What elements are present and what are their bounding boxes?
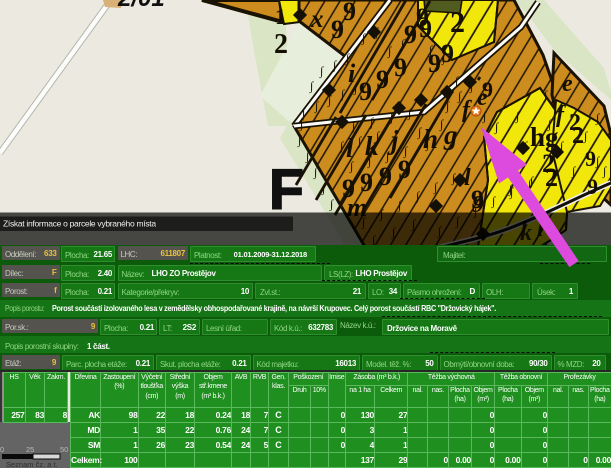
svg-text:Seznam čz. a t.: Seznam čz. a t. [6, 460, 58, 468]
svg-text:∫: ∫ [299, 117, 304, 131]
svg-text:∫: ∫ [309, 79, 314, 93]
svg-text:9: 9 [379, 162, 392, 191]
svg-text:25: 25 [26, 445, 34, 454]
svg-text:9: 9 [585, 146, 596, 171]
svg-text:∫: ∫ [523, 139, 528, 153]
svg-text:∫: ∫ [482, 109, 487, 123]
svg-text:9: 9 [398, 155, 411, 184]
svg-text:9: 9 [587, 174, 598, 199]
svg-text:∫: ∫ [375, 129, 380, 143]
svg-text:∫: ∫ [313, 165, 318, 179]
svg-text:∫: ∫ [425, 137, 430, 151]
svg-text:∫: ∫ [509, 185, 514, 199]
svg-text:∫: ∫ [527, 177, 532, 191]
svg-text:∫: ∫ [327, 93, 332, 107]
svg-text:∫: ∫ [454, 74, 459, 88]
svg-text:∫: ∫ [400, 37, 405, 51]
svg-text:∫: ∫ [583, 129, 588, 143]
svg-text:∫: ∫ [491, 194, 496, 208]
svg-text:2/01: 2/01 [117, 0, 165, 12]
svg-text:e: e [562, 71, 573, 97]
svg-text:∫: ∫ [385, 149, 390, 163]
svg-text:∫: ∫ [441, 51, 446, 65]
svg-text:∫: ∫ [319, 64, 324, 78]
svg-text:∫: ∫ [457, 89, 462, 103]
svg-text:∫: ∫ [445, 99, 450, 113]
svg-text:x: x [310, 6, 324, 33]
svg-text:50: 50 [60, 445, 68, 454]
svg-text:∫: ∫ [374, 25, 379, 39]
svg-text:∫: ∫ [389, 110, 394, 124]
svg-text:2: 2 [572, 123, 584, 149]
svg-text:∫: ∫ [595, 154, 600, 168]
svg-text:∫: ∫ [321, 181, 326, 195]
svg-text:∫: ∫ [314, 99, 319, 113]
svg-text:∫: ∫ [547, 117, 552, 131]
svg-text:1: 1 [275, 4, 286, 29]
svg-text:∫: ∫ [494, 120, 499, 134]
svg-text:∫: ∫ [491, 137, 496, 151]
svg-text:∫: ∫ [417, 125, 422, 139]
svg-text:9: 9 [419, 14, 432, 43]
svg-text:∫: ∫ [469, 79, 474, 93]
svg-text:∫: ∫ [439, 117, 444, 131]
svg-text:∫: ∫ [451, 171, 456, 185]
svg-text:9: 9 [343, 0, 356, 26]
svg-text:∫: ∫ [499, 164, 504, 178]
svg-text:hg: hg [530, 122, 559, 152]
svg-text:∫: ∫ [571, 164, 576, 178]
svg-text:∫: ∫ [361, 31, 366, 45]
svg-text:∫: ∫ [297, 133, 302, 147]
svg-text:9: 9 [394, 53, 407, 82]
svg-text:l: l [464, 165, 471, 191]
svg-text:∫: ∫ [340, 87, 345, 101]
svg-text:2: 2 [450, 6, 465, 39]
svg-text:∫: ∫ [559, 139, 564, 153]
svg-text:9: 9 [376, 65, 389, 94]
svg-text:0: 0 [0, 445, 4, 454]
svg-text:∫: ∫ [332, 58, 337, 72]
svg-text:∫: ∫ [433, 180, 438, 194]
svg-text:∫: ∫ [415, 189, 420, 203]
svg-text:∫: ∫ [305, 149, 310, 163]
svg-text:g: g [443, 120, 458, 150]
svg-text:∫: ∫ [602, 164, 607, 178]
svg-text:∫: ∫ [351, 119, 356, 133]
svg-text:∫: ∫ [428, 43, 433, 57]
svg-text:Získat informace o parcele vyb: Získat informace o parcele vybraného mís… [3, 219, 156, 229]
svg-text:∫: ∫ [357, 134, 362, 148]
svg-text:∫: ∫ [345, 51, 350, 65]
svg-text:∫: ∫ [367, 154, 372, 168]
svg-text:∫: ∫ [329, 197, 334, 211]
svg-text:∫: ∫ [339, 139, 344, 153]
svg-text:2: 2 [274, 29, 288, 60]
svg-text:∫: ∫ [407, 106, 412, 120]
svg-text:∫: ∫ [349, 159, 354, 173]
svg-text:∫: ∫ [595, 111, 600, 125]
svg-text:∫: ∫ [501, 150, 506, 164]
svg-text:∫: ∫ [397, 198, 402, 212]
svg-text:∫: ∫ [353, 81, 358, 95]
svg-text:∫: ∫ [515, 109, 520, 123]
svg-text:∫: ∫ [543, 88, 548, 102]
svg-text:2: 2 [545, 163, 558, 192]
svg-text:F: F [269, 158, 304, 222]
svg-text:∫: ∫ [387, 44, 392, 58]
svg-text:9: 9 [359, 77, 372, 106]
svg-text:∫: ∫ [403, 144, 408, 158]
svg-text:∫: ∫ [369, 115, 374, 129]
